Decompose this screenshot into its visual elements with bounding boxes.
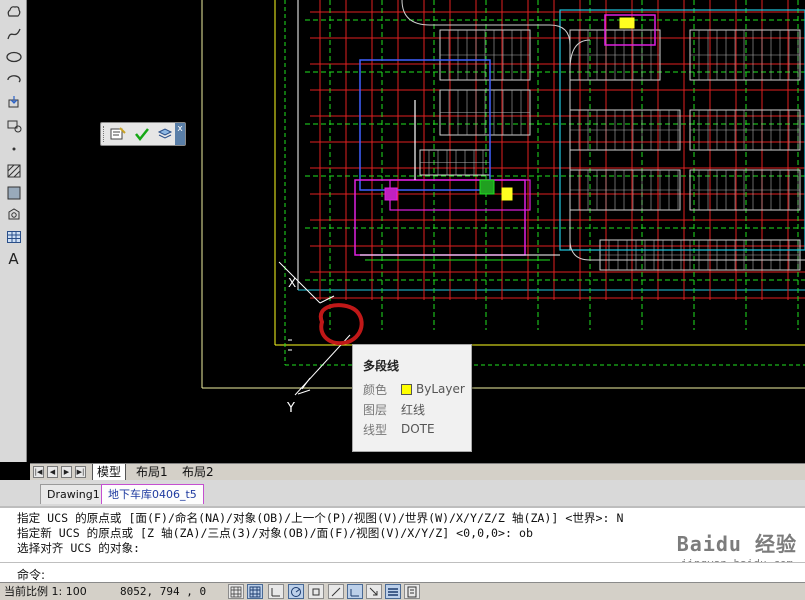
ellipse-icon[interactable] bbox=[3, 48, 24, 66]
mtext-icon[interactable]: A bbox=[3, 250, 24, 268]
toolbar-grip[interactable] bbox=[103, 126, 106, 142]
otrack-icon[interactable] bbox=[328, 584, 344, 599]
dyn-icon[interactable] bbox=[366, 584, 382, 599]
checkmark-icon[interactable] bbox=[133, 126, 151, 142]
tooltip-row-color: 颜色 ByLayer bbox=[363, 381, 465, 397]
properties-tooltip: 多段线 颜色 ByLayer 图层 红线 线型 DOTE bbox=[352, 344, 472, 452]
mtext-label: A bbox=[8, 250, 19, 268]
draw-toolbar: A bbox=[0, 0, 27, 462]
tab-model[interactable]: 模型 bbox=[92, 464, 127, 480]
tooltip-value: 红线 bbox=[401, 402, 426, 417]
grid-icon[interactable] bbox=[247, 584, 263, 599]
next-tab-icon[interactable]: ▶ bbox=[61, 466, 72, 478]
annotation-circle bbox=[318, 303, 364, 346]
region-icon[interactable] bbox=[3, 206, 24, 224]
doc-tab-drawing1[interactable]: Drawing1 bbox=[40, 484, 107, 504]
ucs-x-label: X bbox=[288, 276, 296, 290]
point-icon[interactable] bbox=[3, 140, 24, 158]
command-window: 指定 UCS 的原点或 [面(F)/命名(NA)/对象(OB)/上一个(P)/视… bbox=[0, 506, 805, 584]
osnap-icon[interactable] bbox=[308, 584, 324, 599]
ucs-y-label: Y bbox=[286, 401, 295, 416]
autocad-window: A Y X x 多段线 颜色 ByLayer 图层 红线 线型 DOTE |◀ … bbox=[0, 0, 805, 600]
floating-toolbar: x bbox=[100, 122, 186, 146]
last-tab-icon[interactable]: ▶| bbox=[75, 466, 86, 478]
tab-layout1[interactable]: 布局1 bbox=[132, 464, 172, 480]
gradient-icon[interactable] bbox=[3, 184, 24, 202]
lwt-icon[interactable] bbox=[385, 584, 401, 599]
revcloud-icon[interactable] bbox=[3, 3, 24, 21]
hatch-icon[interactable] bbox=[3, 162, 24, 180]
ellipse-arc-icon[interactable] bbox=[3, 70, 24, 88]
color-swatch bbox=[401, 383, 412, 395]
tooltip-value: ByLayer bbox=[416, 382, 465, 396]
tooltip-value: DOTE bbox=[401, 422, 435, 436]
annotation-scale: 当前比例 1: 100 bbox=[4, 585, 87, 598]
watermark-title: Baidu 经验 bbox=[676, 532, 797, 556]
layer-icon[interactable] bbox=[156, 126, 174, 142]
ortho-icon[interactable] bbox=[268, 584, 284, 599]
prev-tab-icon[interactable]: ◀ bbox=[47, 466, 58, 478]
command-history-line: 指定 UCS 的原点或 [面(F)/命名(NA)/对象(OB)/上一个(P)/视… bbox=[17, 511, 624, 525]
document-tabs-bar: Drawing1 地下车库0406_t5 bbox=[0, 480, 805, 506]
tooltip-key: 图层 bbox=[363, 402, 388, 417]
layout-tabs-bar: |◀ ◀ ▶ ▶| 模型 布局1 布局2 bbox=[30, 463, 805, 480]
first-tab-icon[interactable]: |◀ bbox=[33, 466, 44, 478]
spline-icon[interactable] bbox=[3, 25, 24, 43]
command-history-line: 选择对齐 UCS 的对象: bbox=[17, 541, 141, 555]
tooltip-row-linetype: 线型 DOTE bbox=[363, 421, 435, 437]
tooltip-key: 线型 bbox=[363, 422, 388, 437]
tooltip-key: 颜色 bbox=[363, 382, 388, 397]
qp-icon[interactable] bbox=[404, 584, 420, 599]
ducs-icon[interactable] bbox=[347, 584, 363, 599]
polar-icon[interactable] bbox=[288, 584, 304, 599]
status-bar: 当前比例 1: 100 8052, 794 , 0 bbox=[0, 582, 805, 600]
cursor-coordinates[interactable]: 8052, 794 , 0 bbox=[120, 583, 206, 600]
doc-tab-active[interactable]: 地下车库0406_t5 bbox=[101, 484, 204, 504]
make-block-icon[interactable] bbox=[3, 116, 24, 134]
insert-block-icon[interactable] bbox=[3, 93, 24, 111]
tooltip-row-layer: 图层 红线 bbox=[363, 401, 425, 417]
table-icon[interactable] bbox=[3, 228, 24, 246]
close-icon[interactable]: x bbox=[175, 123, 185, 145]
tooltip-title: 多段线 bbox=[363, 359, 400, 373]
command-prompt: 命令: bbox=[0, 562, 805, 584]
command-history-line: 指定新 UCS 的原点或 [Z 轴(ZA)/三点(3)/对象(OB)/面(F)/… bbox=[17, 526, 533, 540]
command-input[interactable] bbox=[62, 565, 602, 581]
tab-layout2[interactable]: 布局2 bbox=[178, 464, 218, 480]
command-prompt-label: 命令: bbox=[17, 568, 46, 582]
snap-icon[interactable] bbox=[228, 584, 244, 599]
properties-icon[interactable] bbox=[109, 126, 127, 142]
